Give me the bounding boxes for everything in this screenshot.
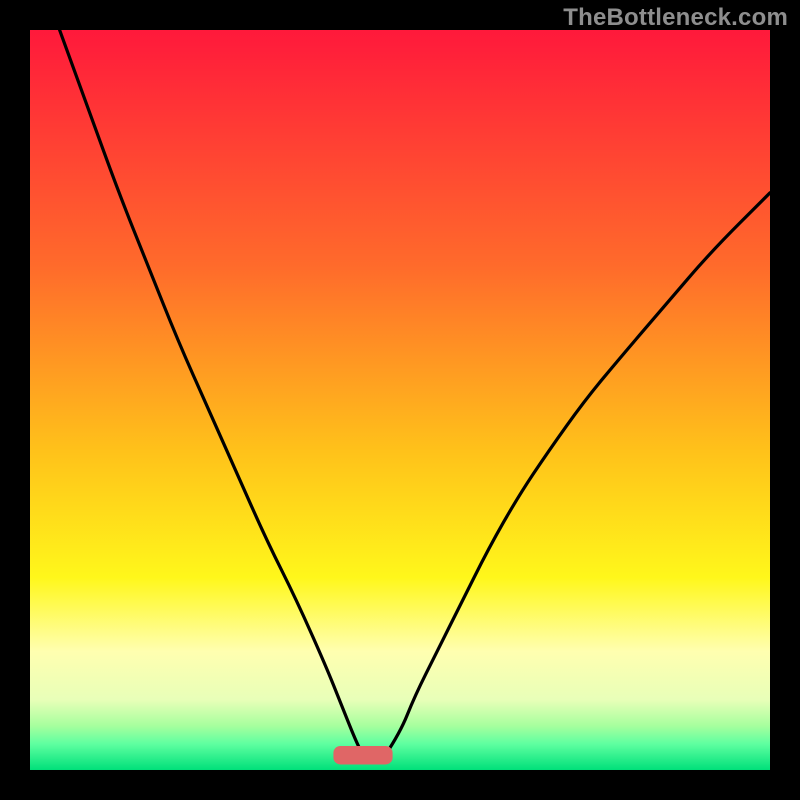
optimum-marker — [333, 746, 392, 765]
watermark-text: TheBottleneck.com — [563, 4, 788, 32]
plot-area — [30, 30, 770, 770]
gradient-background — [30, 30, 770, 770]
chart-svg — [30, 30, 770, 770]
chart-container: TheBottleneck.com — [0, 0, 800, 800]
